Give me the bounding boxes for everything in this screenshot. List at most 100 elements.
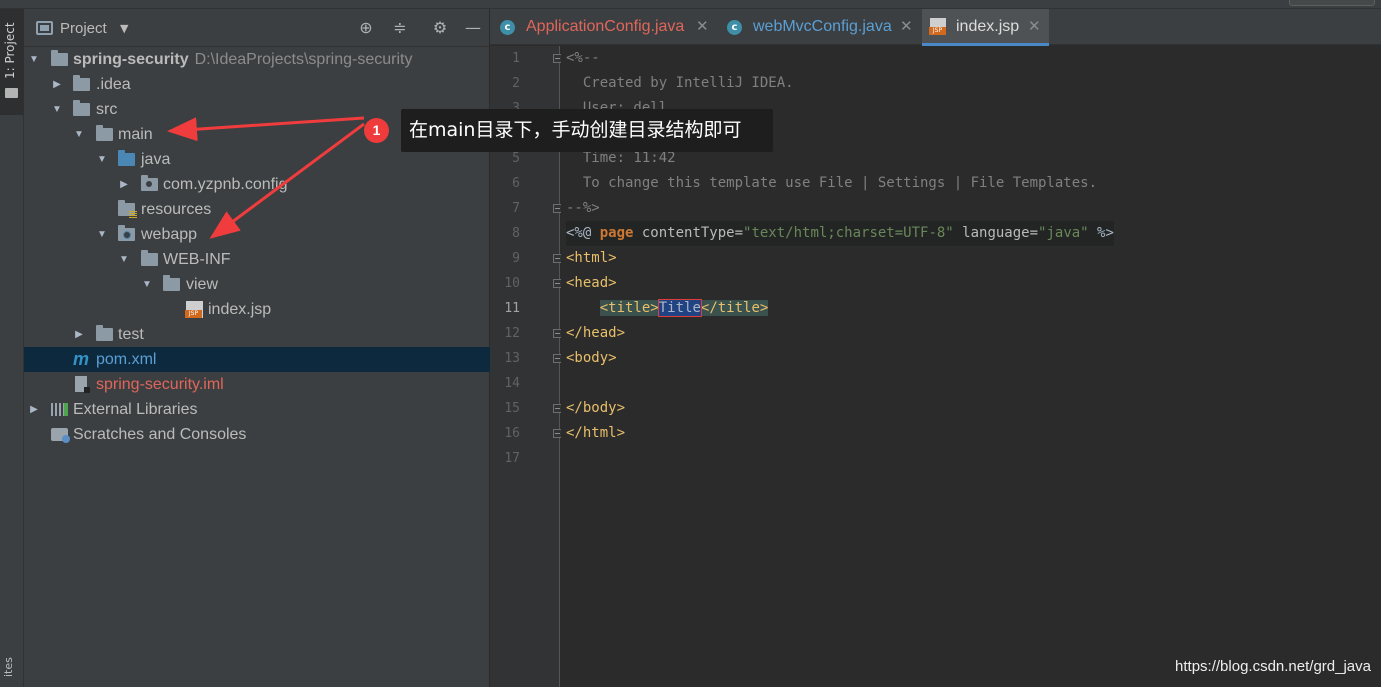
code-line: Created by IntelliJ IDEA. bbox=[566, 75, 794, 91]
class-icon: c bbox=[500, 20, 515, 35]
tree-item-pom-xml[interactable]: m pom.xml bbox=[24, 347, 490, 372]
code-line: </head> bbox=[566, 325, 626, 341]
watermark: https://blog.csdn.net/grd_java bbox=[1175, 658, 1371, 675]
web-folder-icon bbox=[118, 225, 135, 241]
tree-item-idea[interactable]: ▶ .idea bbox=[24, 72, 490, 97]
tree-item-resources[interactable]: resources bbox=[24, 197, 490, 222]
tree-item-web-inf[interactable]: ▼ WEB-INF bbox=[24, 247, 490, 272]
tree-item-iml[interactable]: spring-security.iml bbox=[24, 372, 490, 397]
directive-attr: language= bbox=[953, 225, 1039, 241]
line-number: 2 bbox=[512, 76, 520, 91]
line-number: 13 bbox=[504, 351, 520, 366]
close-icon[interactable]: ✕ bbox=[696, 9, 709, 45]
tab-label: index.jsp bbox=[956, 18, 1020, 35]
scratches-icon bbox=[51, 428, 70, 443]
project-view-icon bbox=[36, 21, 53, 35]
search-everywhere-box[interactable] bbox=[1289, 0, 1375, 6]
tree-item-webapp[interactable]: ▼ webapp bbox=[24, 222, 490, 247]
package-icon bbox=[141, 175, 158, 191]
collapse-all-icon[interactable]: ≑ bbox=[391, 19, 409, 37]
line-number: 16 bbox=[504, 426, 520, 441]
chevron-down-icon[interactable]: ▼ bbox=[120, 22, 128, 35]
code-line: <head> bbox=[566, 275, 617, 291]
tree-item-label: External Libraries bbox=[73, 401, 198, 418]
tab-label: ApplicationConfig.java bbox=[526, 18, 685, 35]
folder-icon bbox=[73, 75, 90, 91]
module-folder-icon bbox=[51, 50, 68, 66]
tab-application-config[interactable]: c ApplicationConfig.java ✕ bbox=[490, 9, 716, 45]
tree-item-external-libraries[interactable]: ▶ External Libraries bbox=[24, 397, 490, 422]
tree-item-index-jsp[interactable]: index.jsp bbox=[24, 297, 490, 322]
favorites-tool-tab-label[interactable]: ites bbox=[2, 657, 15, 677]
close-icon[interactable]: ✕ bbox=[1028, 9, 1041, 45]
expand-arrow-icon[interactable]: ▼ bbox=[73, 122, 85, 147]
gear-icon[interactable]: ⚙ bbox=[431, 19, 449, 37]
expand-arrow-icon[interactable]: ▼ bbox=[96, 222, 108, 247]
line-number: 1 bbox=[512, 51, 520, 66]
line-number: 14 bbox=[504, 376, 520, 391]
folder-icon bbox=[96, 325, 113, 341]
tree-item-label: spring-security.iml bbox=[96, 376, 224, 393]
expand-arrow-icon[interactable]: ▼ bbox=[141, 272, 153, 297]
annotation-badge: 1 bbox=[364, 118, 389, 143]
directive-close: %> bbox=[1088, 225, 1114, 241]
title-close-tag: </title> bbox=[700, 300, 769, 316]
line-number: 9 bbox=[512, 251, 520, 266]
tree-item-label: WEB-INF bbox=[163, 251, 231, 268]
code-line: To change this template use File | Setti… bbox=[566, 175, 1098, 191]
code-line: <%-- bbox=[566, 50, 600, 66]
class-icon: c bbox=[727, 20, 742, 35]
resources-folder-icon bbox=[118, 200, 137, 218]
line-number: 7 bbox=[512, 201, 520, 216]
tree-item-label: test bbox=[118, 326, 144, 343]
tree-item-view[interactable]: ▼ view bbox=[24, 272, 490, 297]
expand-arrow-icon[interactable]: ▼ bbox=[51, 97, 63, 122]
expand-arrow-icon[interactable]: ▼ bbox=[28, 47, 40, 72]
tab-web-mvc-config[interactable]: c webMvcConfig.java ✕ bbox=[717, 9, 919, 45]
project-toolbar: Project ▼ ⊕ ≑ ⚙ — bbox=[24, 9, 490, 47]
source-folder-icon bbox=[118, 150, 135, 166]
tab-label: webMvcConfig.java bbox=[753, 18, 892, 35]
library-icon bbox=[51, 403, 68, 416]
tree-item-label: pom.xml bbox=[96, 351, 157, 368]
tree-item-label: spring-security bbox=[73, 51, 189, 68]
directive-value: "text/html;charset=UTF-8" bbox=[743, 225, 954, 241]
expand-arrow-icon[interactable]: ▼ bbox=[118, 247, 130, 272]
close-icon[interactable]: ✕ bbox=[900, 9, 913, 45]
line-number: 17 bbox=[504, 451, 520, 466]
folder-icon bbox=[141, 250, 158, 266]
tab-index-jsp[interactable]: index.jsp ✕ bbox=[922, 9, 1049, 46]
module-file-icon bbox=[75, 376, 90, 393]
maven-icon: m bbox=[73, 349, 90, 369]
tree-item-scratches[interactable]: Scratches and Consoles bbox=[24, 422, 490, 447]
tree-item-spring-security[interactable]: ▼ spring-security D:\IdeaProjects\spring-… bbox=[24, 47, 490, 72]
expand-arrow-icon[interactable]: ▶ bbox=[118, 172, 130, 197]
window-top-bar bbox=[0, 0, 1381, 9]
tree-item-label: com.yzpnb.config bbox=[163, 176, 288, 193]
tree-item-package[interactable]: ▶ com.yzpnb.config bbox=[24, 172, 490, 197]
code-line: <body> bbox=[566, 350, 617, 366]
editor-tab-bar: c ApplicationConfig.java ✕ c webMvcConfi… bbox=[490, 9, 1381, 46]
hide-icon[interactable]: — bbox=[464, 19, 482, 37]
code-line: </body> bbox=[566, 400, 626, 416]
expand-arrow-icon[interactable]: ▶ bbox=[73, 322, 85, 347]
directive-value: "java" bbox=[1038, 225, 1089, 241]
tree-item-label: index.jsp bbox=[208, 301, 272, 318]
line-number: 8 bbox=[512, 226, 520, 241]
project-tool-tab[interactable]: 1: Project bbox=[0, 9, 24, 115]
expand-arrow-icon[interactable]: ▶ bbox=[28, 397, 40, 422]
tree-item-test[interactable]: ▶ test bbox=[24, 322, 490, 347]
line-number: 12 bbox=[504, 326, 520, 341]
expand-arrow-icon[interactable]: ▶ bbox=[51, 72, 63, 97]
code-line-page-directive: <%@ page contentType="text/html;charset=… bbox=[566, 221, 1114, 246]
folder-icon bbox=[5, 88, 18, 98]
project-view-title[interactable]: Project bbox=[60, 20, 107, 37]
code-line: <html> bbox=[566, 250, 617, 266]
left-tool-stripe: 1: Project ites bbox=[0, 9, 24, 687]
title-open-tag: <title> bbox=[599, 300, 659, 316]
locate-icon[interactable]: ⊕ bbox=[357, 19, 375, 37]
code-line-current: <title>Title</title> bbox=[566, 296, 769, 321]
tree-item-label: java bbox=[141, 151, 171, 168]
expand-arrow-icon[interactable]: ▼ bbox=[96, 147, 108, 172]
